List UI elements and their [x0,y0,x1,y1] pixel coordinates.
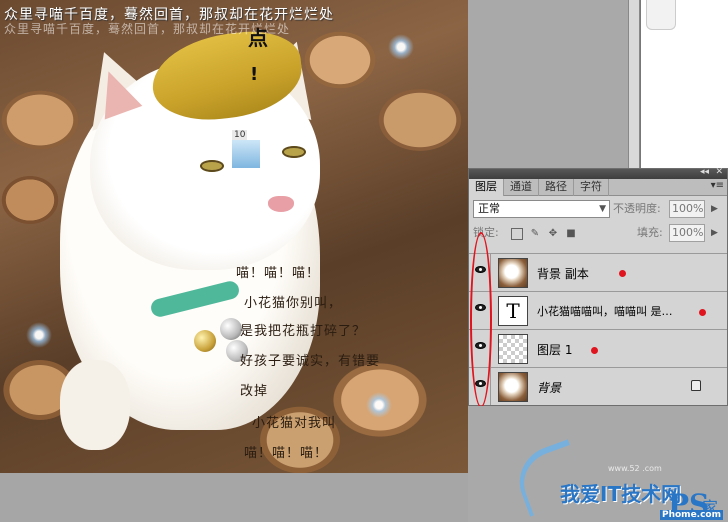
tab-character[interactable]: 字符 [574,179,609,196]
watermark-site: www.52 .com [608,464,662,473]
lock-icon [691,380,701,391]
photo-canvas[interactable]: 众里寻喵千百度，蓦然回首，那叔却在花开烂烂处 众里寻喵千百度，蓦然回首，那叔却在… [0,0,468,473]
watermark-url: Phome.com [660,510,723,520]
poem-line: 小花猫你别叫， [244,296,343,311]
layer-list: 背景 副本 T 小花猫喵喵叫，喵喵叫 是… 图层 1 背景 [469,253,727,405]
blend-mode-select[interactable]: 正常 ▼ [473,200,610,218]
lock-row: 锁定: ✎ ✥ ■ 填充: 100% ▶ [469,222,727,248]
document-text: ! [250,64,259,85]
document-thumbnail [232,140,260,168]
text-layer-thumbnail: T [498,296,528,326]
page-number: 10 [232,130,248,140]
layer-name: 小花猫喵喵叫，喵喵叫 是… [537,305,673,318]
layer-thumbnail [498,372,528,402]
panel-tabbar: 图层 通道 路径 字符 ▾≡ [469,179,727,196]
red-annotation-ellipse [470,232,492,408]
red-annotation-dot [619,270,626,277]
poem-line: 改掉 [240,384,269,399]
cat-eye-left [200,160,224,172]
lock-move-icon[interactable]: ✥ [547,228,559,240]
poem-line: 喵！喵！喵！ [244,446,329,461]
blend-row: 正常 ▼ 不透明度: 100% ▶ [469,196,727,222]
collapse-icon[interactable]: ◂◂ [700,167,709,177]
tab-paths[interactable]: 路径 [539,179,574,196]
document-area [468,0,728,168]
layers-panel: ◂◂ ✕ 图层 通道 路径 字符 ▾≡ 正常 ▼ 不透明度: 100% ▶ 锁定… [468,167,728,406]
cat-nose [268,196,294,212]
layer-row[interactable]: 图层 1 [469,329,727,367]
poem-line: 小花猫对我叫 [252,416,337,431]
poem-line: 是我把花瓶打碎了？ [240,324,367,339]
fill-arrow-icon[interactable]: ▶ [711,224,718,242]
bell-silver [220,318,242,340]
watermark-text: 我爱IT技术网 [560,482,682,506]
layer-thumbnail [498,258,528,288]
butterfly-sparkle [26,322,52,348]
butterfly-sparkle [366,392,392,418]
cat-paw [60,360,130,450]
document-tab[interactable] [646,0,676,30]
bell-gold [194,330,216,352]
chevron-down-icon: ▼ [599,204,606,214]
layer-thumbnail [498,334,528,364]
lock-all-icon[interactable]: ■ [565,228,577,240]
tab-layers[interactable]: 图层 [469,179,504,196]
layer-name: 图层 1 [537,343,573,357]
lock-transparency-icon[interactable] [511,228,523,240]
document-text: 点 [248,26,268,50]
red-annotation-dot [591,347,598,354]
panel-menu-icon[interactable]: ▾≡ [711,180,724,191]
layer-name: 背景 [537,381,562,395]
cat-eye-right [282,146,306,158]
butterfly-sparkle [388,34,414,60]
opacity-input[interactable]: 100% [669,200,705,218]
poem-line: 喵！喵！喵！ [236,266,321,281]
opacity-arrow-icon[interactable]: ▶ [711,200,718,218]
panel-titlebar[interactable]: ◂◂ ✕ [469,167,727,179]
layer-name: 背景 副本 [537,267,589,281]
document-divider [628,0,640,168]
workspace-background [0,473,468,522]
blend-mode-value: 正常 [478,202,500,215]
close-icon[interactable]: ✕ [715,167,723,177]
tab-channels[interactable]: 通道 [504,179,539,196]
opacity-label: 不透明度: [613,202,661,215]
red-annotation-dot [699,309,706,316]
fill-input[interactable]: 100% [669,224,705,242]
layer-row[interactable]: T 小花猫喵喵叫，喵喵叫 是… [469,291,727,329]
layer-row[interactable]: 背景 副本 [469,253,727,291]
layer-row[interactable]: 背景 [469,367,727,405]
poem-line: 好孩子要诚实，有错要 [240,354,381,369]
fill-label: 填充: [637,226,663,239]
lock-brush-icon[interactable]: ✎ [529,228,541,240]
